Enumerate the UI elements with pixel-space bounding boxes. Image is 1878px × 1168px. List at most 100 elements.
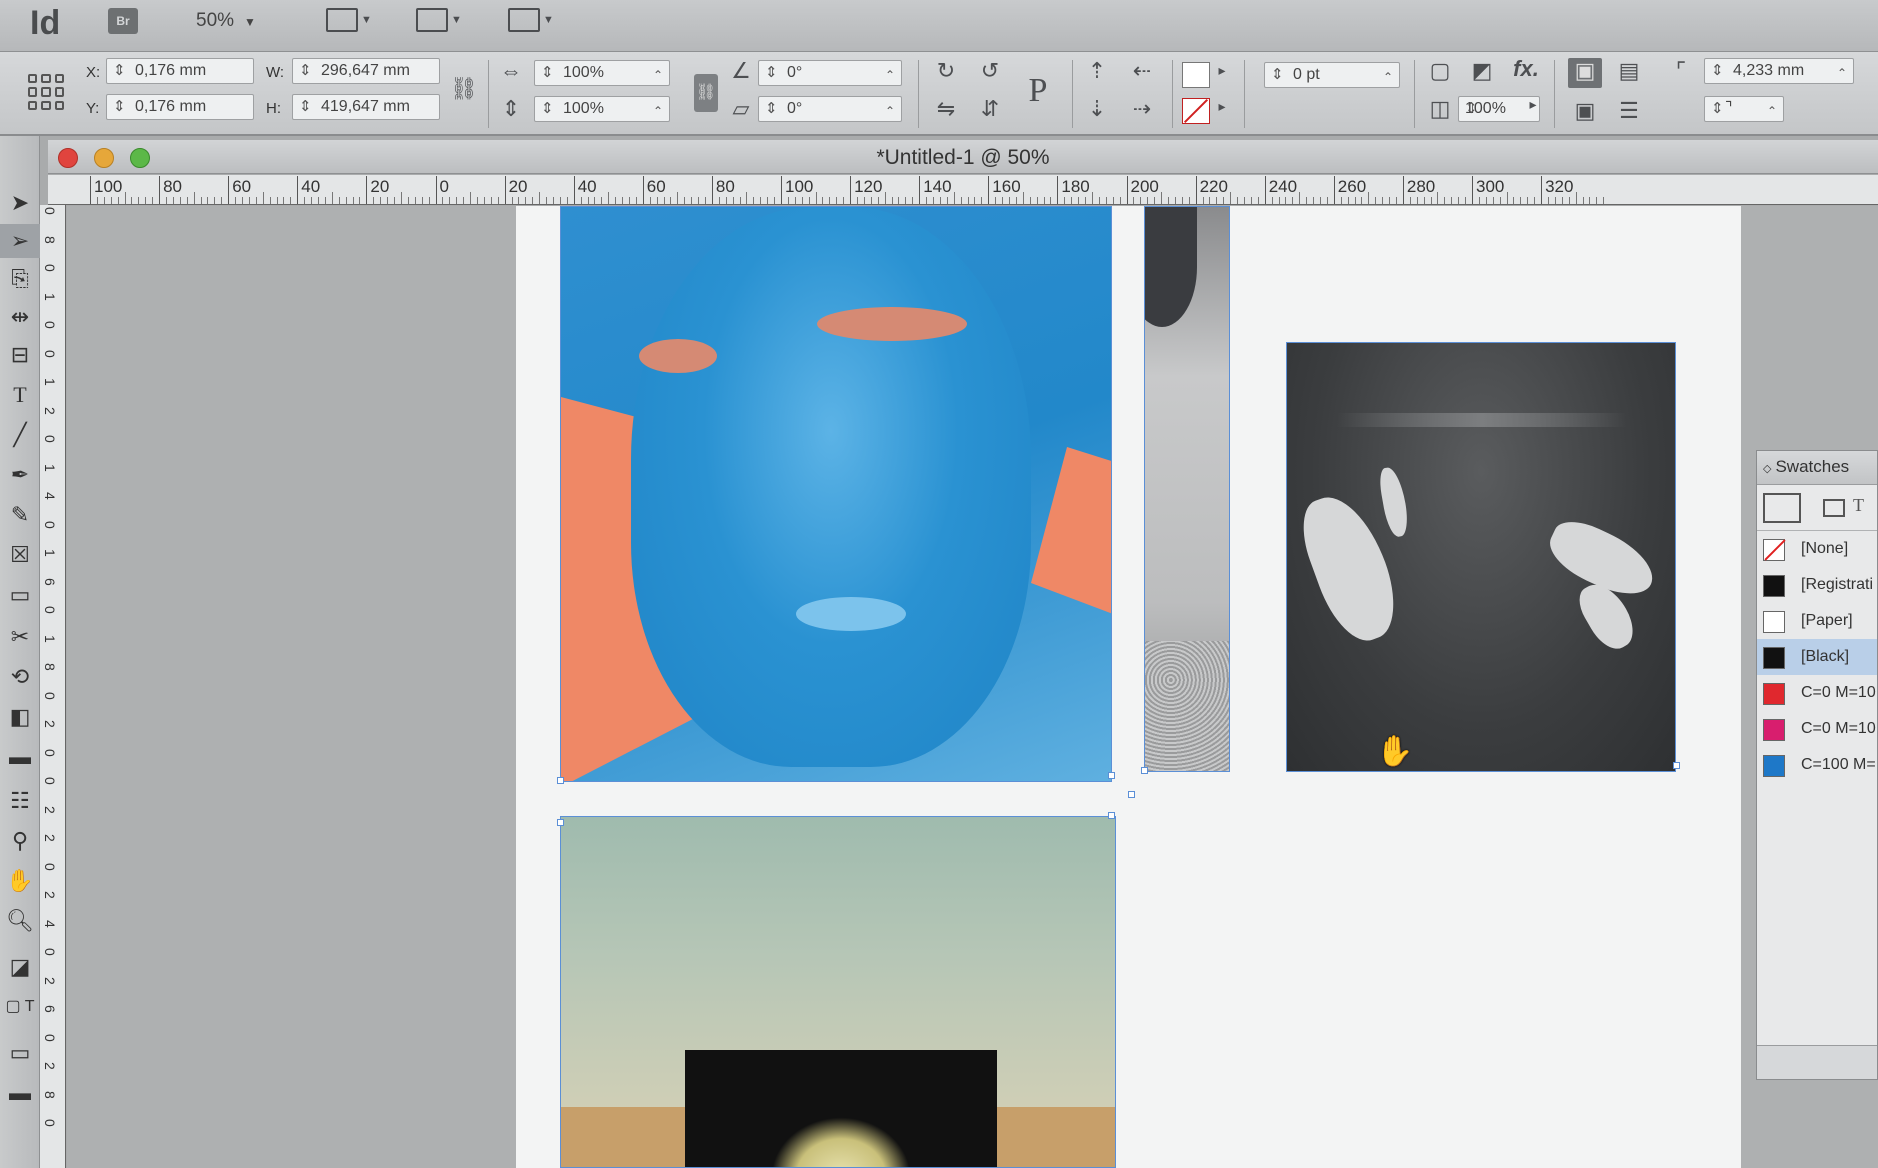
pen-tool-icon[interactable]: ✒ [0, 458, 40, 492]
wrap-jump-icon[interactable]: ☰ [1612, 98, 1646, 124]
ruler-minor-tick [1230, 192, 1232, 204]
swatch-item[interactable]: [Black] [1757, 639, 1877, 675]
select-previous-object-icon[interactable]: ⇠ [1124, 58, 1160, 84]
zoom-tool-icon[interactable]: 🔍︎ [0, 904, 40, 938]
rotation-field[interactable]: 0° [758, 60, 902, 86]
ruler-tick-label: 2 [42, 720, 58, 728]
width-field[interactable]: 296,647 mm [292, 58, 440, 84]
swatch-item[interactable]: C=0 M=10 [1757, 711, 1877, 747]
swatches-panel: ◇ Swatches T [None] [Registrati [Paper] [Bla… [1756, 450, 1878, 1080]
note-tool-icon[interactable]: ☷ [0, 784, 40, 818]
wrap-around-icon[interactable]: ▤ [1612, 58, 1646, 84]
frame-handle[interactable] [557, 819, 564, 826]
flip-vertical-icon[interactable]: ⇵ [974, 96, 1006, 122]
drop-shadow-icon[interactable]: ◩ [1466, 58, 1498, 84]
free-transform-tool-icon[interactable]: ⟲ [0, 660, 40, 694]
rotate-clockwise-icon[interactable]: ↻ [930, 58, 962, 84]
y-position-field[interactable]: 0,176 mm [106, 94, 254, 120]
x-position-field[interactable]: 0,176 mm [106, 58, 254, 84]
swatch-color-chip [1763, 575, 1785, 597]
swatch-item[interactable]: C=0 M=10 [1757, 675, 1877, 711]
frame-handle[interactable] [1141, 767, 1148, 774]
zoom-level-select[interactable]: 50% ▼ [196, 8, 256, 34]
stroke-menu-arrow-icon[interactable]: ▸ [1212, 98, 1232, 115]
ruler-tick-label: 4 [42, 492, 58, 500]
ruler-minor-tick [898, 197, 900, 204]
scale-x-field[interactable]: 100% [534, 60, 670, 86]
swatch-item[interactable]: [Paper] [1757, 603, 1877, 639]
buddha-image-frame[interactable] [560, 206, 1112, 782]
tools-panel: ➤ ➢ ⎘ ⇹ ⊟ T ╱ ✒ ✎ ☒ ▭ ✂ ⟲ ◧ ▬ ☷ ⚲ ✋ 🔍︎ ◪… [0, 136, 40, 1168]
formatting-affects-container-icon[interactable]: ▢ T [0, 990, 40, 1024]
screen-mode-tool-icon[interactable]: ▬ [0, 1076, 40, 1110]
ruler-minor-tick [767, 197, 769, 204]
frame-handle[interactable] [1673, 762, 1680, 769]
vertical-ruler[interactable]: 0 8 0 1 0 0 1 2 0 1 4 0 1 6 0 1 8 0 2 0 0 2 2 0 2 4 0 2 6 0 2 8 0 [40, 205, 66, 1168]
flip-horizontal-icon[interactable]: ⇋ [930, 96, 962, 122]
swatches-tab[interactable]: ◇ Swatches [1757, 451, 1877, 485]
frame-handle[interactable] [1128, 791, 1135, 798]
select-next-object-icon[interactable]: ⇢ [1124, 96, 1160, 122]
rectangle-frame-tool-icon[interactable]: ☒ [0, 538, 40, 572]
fill-stroke-icon[interactable]: ◪ [0, 950, 40, 984]
rotate-counterclockwise-icon[interactable]: ↺ [974, 58, 1006, 84]
type-tool-icon[interactable]: T [0, 378, 40, 412]
bridge-button[interactable]: Br [108, 8, 138, 34]
content-collector-icon[interactable]: ⊟ [0, 338, 40, 372]
stroke-swatch[interactable] [1182, 98, 1210, 124]
fill-stroke-swap-icon[interactable] [1763, 493, 1801, 523]
screen-mode-button[interactable]: ▼ [416, 6, 468, 36]
page-tool-icon[interactable]: ⎘ [0, 262, 40, 296]
rectangle-tool-icon[interactable]: ▭ [0, 578, 40, 612]
hands-image-frame[interactable] [1286, 342, 1676, 772]
text-format-icon[interactable]: T [1853, 495, 1864, 516]
ruler-tick-label: 8 [42, 1090, 58, 1099]
ruler-tick-label: 40 [577, 177, 597, 196]
pencil-tool-icon[interactable]: ✎ [0, 498, 40, 532]
gap-tool-icon[interactable]: ⇹ [0, 300, 40, 334]
normal-view-icon[interactable]: ▭ [0, 1036, 40, 1070]
frame-handle[interactable] [1108, 812, 1115, 819]
drop-shadow-none-icon[interactable]: ▢ [1424, 58, 1456, 84]
horizontal-ruler[interactable]: 100 80 60 40 20 0 20 40 60 80 100 120 140 160 180 200 22… [48, 175, 1878, 205]
reference-point-icon[interactable] [28, 74, 64, 110]
height-field[interactable]: 419,647 mm [292, 94, 440, 120]
line-tool-icon[interactable]: ╱ [0, 418, 40, 452]
scale-y-field[interactable]: 100% [534, 96, 670, 122]
constrain-scale-icon[interactable]: ⛓ [694, 74, 718, 112]
view-options-button[interactable]: ▼ [326, 6, 378, 36]
swatch-item[interactable]: [Registrati [1757, 567, 1877, 603]
corner-options-icon[interactable]: ⌜ [1664, 58, 1698, 84]
frame-handle[interactable] [557, 777, 564, 784]
swatch-item[interactable]: C=100 M= [1757, 747, 1877, 783]
opacity-arrow-icon[interactable]: ▸ [1524, 96, 1542, 113]
selection-tool-icon[interactable]: ➤ [0, 186, 40, 220]
strip-image-frame[interactable] [1144, 206, 1230, 772]
constrain-proportions-icon[interactable]: ⛓ [450, 76, 478, 102]
effects-fx-icon[interactable]: fx. [1508, 56, 1544, 82]
frame-handle[interactable] [1108, 772, 1115, 779]
text-wrap-icon[interactable]: ▣ [1568, 58, 1602, 88]
select-content-icon[interactable]: ⇣ [1082, 96, 1112, 122]
arrange-documents-button[interactable]: ▼ [508, 6, 560, 36]
gradient-swatch-tool-icon[interactable]: ◧ [0, 700, 40, 734]
ruler-minor-tick [124, 192, 126, 204]
swatch-item[interactable]: [None] [1757, 531, 1877, 567]
control-panel: X: 0,176 mm Y: 0,176 mm W: 296,647 mm H:… [0, 52, 1878, 136]
bottom-image-frame[interactable] [560, 816, 1116, 1168]
scissors-tool-icon[interactable]: ✂ [0, 620, 40, 654]
container-format-icon[interactable] [1823, 499, 1845, 517]
fill-swatch[interactable] [1182, 62, 1210, 88]
wrap-object-icon[interactable]: ▣ [1568, 98, 1602, 124]
gradient-feather-tool-icon[interactable]: ▬ [0, 740, 40, 774]
select-container-icon[interactable]: ⇡ [1082, 58, 1112, 84]
eyedropper-tool-icon[interactable]: ⚲ [0, 824, 40, 858]
corner-size-field[interactable]: 4,233 mm [1704, 58, 1854, 84]
ruler-minor-tick [442, 197, 444, 204]
hand-tool-icon[interactable]: ✋ [0, 864, 40, 898]
shear-field[interactable]: 0° [758, 96, 902, 122]
direct-selection-tool-icon[interactable]: ➢ [0, 224, 40, 258]
fill-menu-arrow-icon[interactable]: ▸ [1212, 62, 1232, 79]
corner-shape-select[interactable]: ⌝ [1704, 96, 1784, 122]
stroke-weight-field[interactable]: 0 pt [1264, 62, 1400, 88]
